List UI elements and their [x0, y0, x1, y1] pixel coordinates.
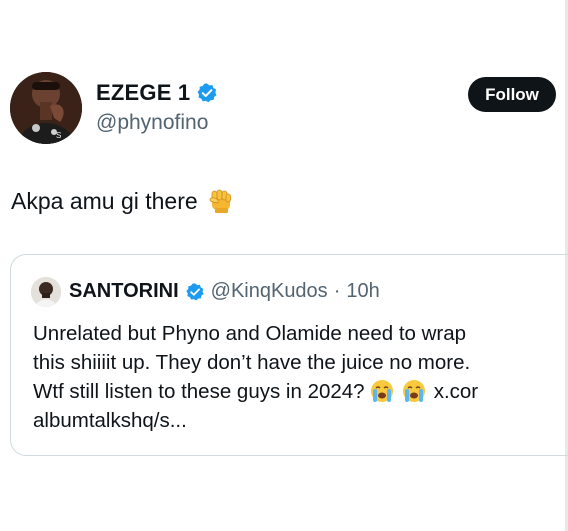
quoted-timestamp[interactable]: 10h: [346, 280, 379, 303]
quoted-tweet-header: SANTORINI @KinqKudos · 10h: [69, 280, 380, 303]
raised-fist-icon: [206, 186, 236, 216]
loudly-crying-face-icon: [370, 379, 394, 403]
verified-badge-icon: [196, 82, 218, 104]
quoted-display-name[interactable]: SANTORINI: [69, 280, 179, 303]
author-handle[interactable]: @phynofino: [96, 111, 208, 135]
quoted-separator-dot: ·: [333, 280, 341, 302]
author-avatar[interactable]: S: [10, 72, 82, 144]
loudly-crying-face-icon: [402, 379, 426, 403]
tweet-text-row: Akpa amu gi there: [11, 186, 236, 216]
quoted-author-avatar[interactable]: [31, 277, 61, 307]
author-name-row: EZEGE 1: [96, 80, 218, 106]
tweet-text: Akpa amu gi there: [11, 187, 198, 214]
quoted-text-line-3: Wtf still listen to these guys in 2024?: [33, 380, 365, 403]
quoted-text-line-3-row: Wtf still listen to these guys in 2024?: [33, 377, 568, 406]
quoted-text-line-4[interactable]: albumtalkshq/s...: [33, 406, 568, 435]
quoted-text-line-1: Unrelated but Phyno and Olamide need to …: [33, 322, 467, 345]
quoted-text-line-2: this shiiiit up. They don’t have the jui…: [33, 351, 471, 374]
quoted-verified-badge-icon: [185, 282, 205, 302]
quoted-link-fragment[interactable]: x.cor: [434, 380, 478, 403]
author-display-name[interactable]: EZEGE 1: [96, 80, 190, 106]
tweet-screenshot: S EZEGE 1 @phynofino Follow Akpa amu gi …: [0, 0, 568, 531]
quoted-handle[interactable]: @KinqKudos: [211, 280, 328, 303]
svg-text:S: S: [56, 131, 61, 140]
quoted-tweet-card[interactable]: SANTORINI @KinqKudos · 10h Unrelated but…: [10, 254, 568, 456]
follow-button[interactable]: Follow: [468, 77, 556, 112]
quoted-tweet-body: Unrelated but Phyno and Olamide need to …: [33, 319, 568, 435]
